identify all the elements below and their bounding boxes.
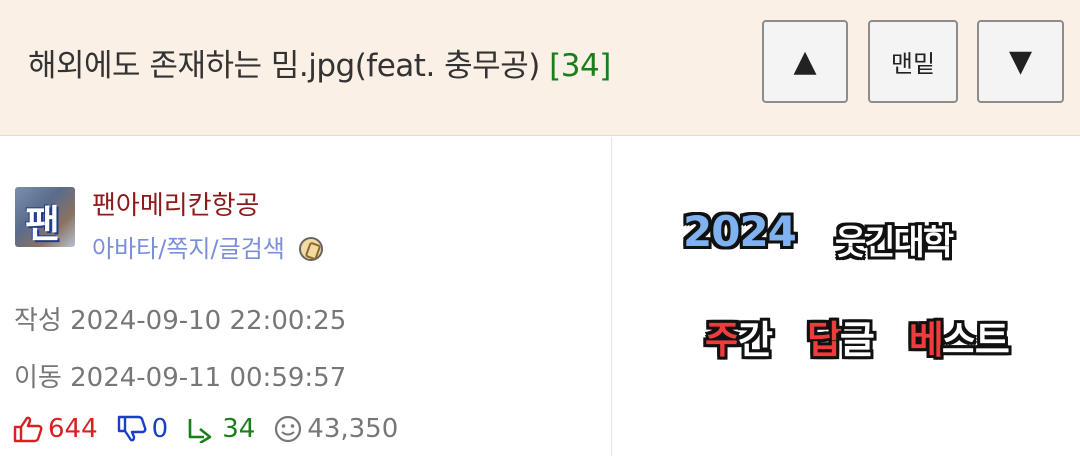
banner-char: 베 <box>908 318 944 362</box>
badge-icon <box>298 237 323 261</box>
avatar[interactable]: 팬 <box>15 187 75 247</box>
scroll-bottom-label: 맨밑 <box>890 50 936 78</box>
post-header: 해외에도 존재하는 밈.jpg(feat. 충무공) [34] ▲ 맨밑 ▼ <box>0 0 1080 136</box>
down-arrow-icon: ▼ <box>1008 44 1033 79</box>
scroll-top-button[interactable]: ▲ <box>762 20 848 103</box>
avatar-link[interactable]: 아바타 <box>92 235 158 263</box>
banner-char: 트 <box>974 318 1010 362</box>
like-stat[interactable]: 644 <box>12 414 98 444</box>
message-link[interactable]: 쪽지 <box>166 235 210 263</box>
scroll-down-button[interactable]: ▼ <box>977 20 1064 103</box>
banner-char: 간 <box>737 318 773 362</box>
scroll-bottom-button[interactable]: 맨밑 <box>868 20 958 103</box>
avatar-text: 팬 <box>25 202 60 246</box>
reply-stat[interactable]: 34 <box>186 414 255 444</box>
banner-year: 2024 <box>683 207 797 256</box>
banner-char: 주 <box>705 318 740 362</box>
dislike-count: 0 <box>151 414 169 444</box>
moved-date: 이동 2024-09-11 00:59:57 <box>14 357 346 394</box>
banner-char: 글 <box>839 318 875 362</box>
created-value: 2024-09-10 22:00:25 <box>70 306 347 336</box>
post-stats: 644 0 34 43,350 <box>12 414 416 444</box>
thumbs-up-icon <box>13 416 43 443</box>
author-nickname[interactable]: 팬아메리칸항공 <box>92 185 259 222</box>
reply-count: 34 <box>222 414 256 444</box>
weekly-best-banner[interactable]: 2024 웃긴대학 주간 답글 베스트 <box>613 137 1080 456</box>
view-count: 43,350 <box>307 414 399 444</box>
reply-arrow-icon <box>188 419 212 443</box>
post-title: 해외에도 존재하는 밈.jpg(feat. 충무공) [34] <box>28 40 611 85</box>
moved-label: 이동 <box>14 363 62 393</box>
views-stat: 43,350 <box>273 414 398 444</box>
up-arrow-icon: ▲ <box>793 44 817 79</box>
banner-char: 스 <box>941 318 977 362</box>
comment-count[interactable]: [34] <box>549 48 611 84</box>
thumbs-down-icon <box>117 415 147 442</box>
banner-char: 답 <box>806 318 842 362</box>
search-posts-link[interactable]: 글검색 <box>219 235 285 263</box>
created-date: 작성 2024-09-10 22:00:25 <box>14 300 346 337</box>
banner-weekly-best: 주간 답글 베스트 <box>705 309 1010 364</box>
dislike-stat[interactable]: 0 <box>116 414 169 444</box>
link-separator: / <box>210 235 219 263</box>
post-title-text: 해외에도 존재하는 밈.jpg(feat. 충무공) <box>28 48 540 84</box>
like-count: 644 <box>48 414 98 444</box>
created-label: 작성 <box>14 306 62 336</box>
moved-value: 2024-09-11 00:59:57 <box>70 363 347 393</box>
author-links: 아바타/쪽지/글검색 <box>92 229 323 264</box>
smiley-icon <box>275 415 302 443</box>
author-info-panel: 팬 팬아메리칸항공 아바타/쪽지/글검색 작성 2024-09-10 22:00… <box>0 137 612 456</box>
banner-site-name: 웃긴대학 <box>835 223 954 263</box>
